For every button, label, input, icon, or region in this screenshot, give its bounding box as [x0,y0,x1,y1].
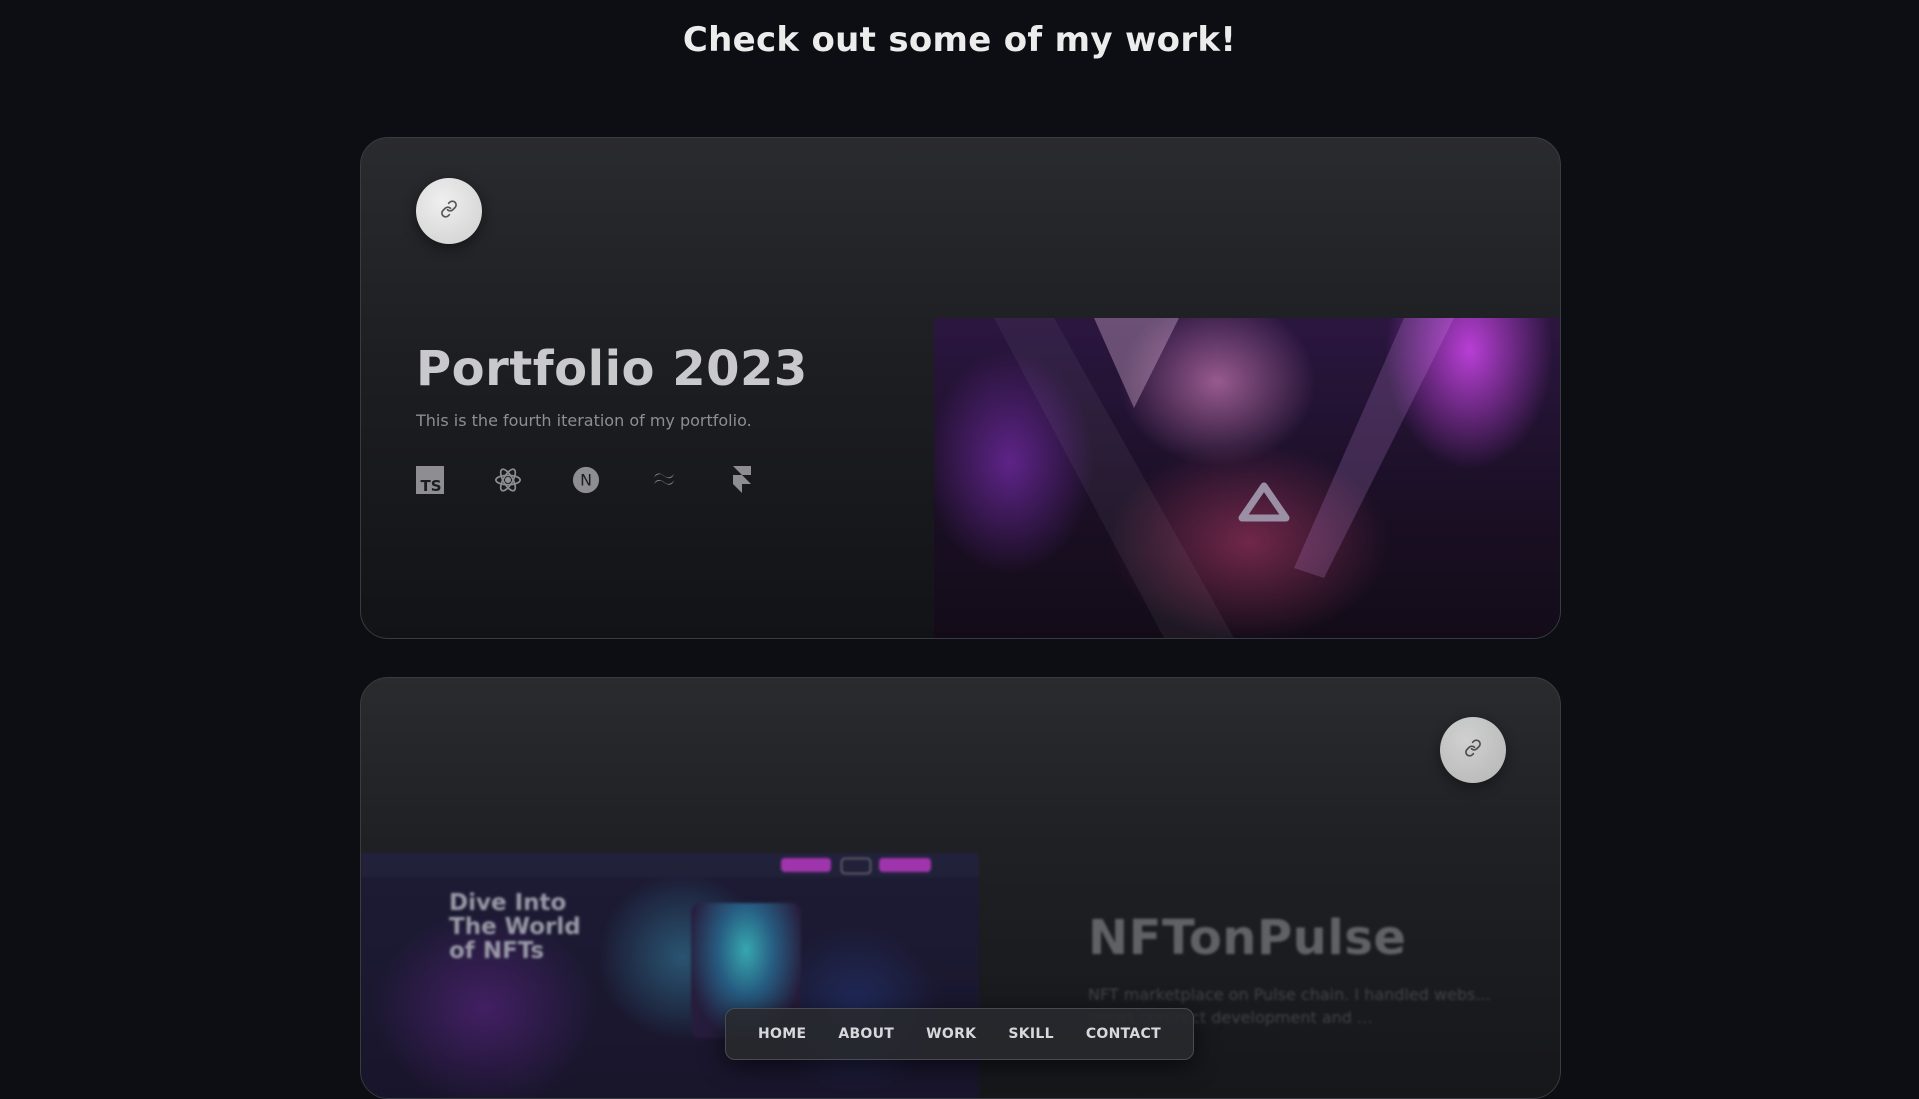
preview-heading-line: of NFTs [449,938,545,964]
link-icon [1464,739,1482,761]
nav-about[interactable]: ABOUT [838,1026,894,1042]
preview-heading: Dive Into The World of NFTs [449,891,581,963]
project-link-button[interactable] [416,178,482,244]
preview-navbar [361,853,979,877]
tailwind-icon [650,466,678,494]
nextjs-label: N [580,471,592,490]
framer-icon [728,466,756,494]
nav-home[interactable]: HOME [758,1026,806,1042]
nav-contact[interactable]: CONTACT [1086,1026,1161,1042]
nav-work[interactable]: WORK [926,1026,976,1042]
project-link-button[interactable] [1440,717,1506,783]
project-preview-image[interactable]: Dive Into The World of NFTs [361,853,979,1098]
typescript-icon: TS [416,466,444,494]
react-icon [494,466,522,494]
bottom-nav: HOME ABOUT WORK SKILL CONTACT [725,1008,1194,1060]
preview-heading-line: The World [449,914,581,940]
project-title: NFTonPulse [1088,910,1407,966]
project-card-portfolio-2023: Portfolio 2023 This is the fourth iterat… [360,137,1561,639]
nextjs-icon: N [572,466,600,494]
tech-stack: TS N [416,466,756,494]
project-preview-image[interactable] [934,318,1560,638]
project-description: This is the fourth iteration of my portf… [416,411,752,430]
preview-heading-line: Dive Into [449,890,567,916]
section-heading: Check out some of my work! [682,20,1237,60]
nav-skill[interactable]: SKILL [1008,1026,1053,1042]
project-title: Portfolio 2023 [416,341,808,397]
link-icon [440,200,458,222]
typescript-label: TS [420,477,441,494]
logo-icon [1238,482,1290,522]
